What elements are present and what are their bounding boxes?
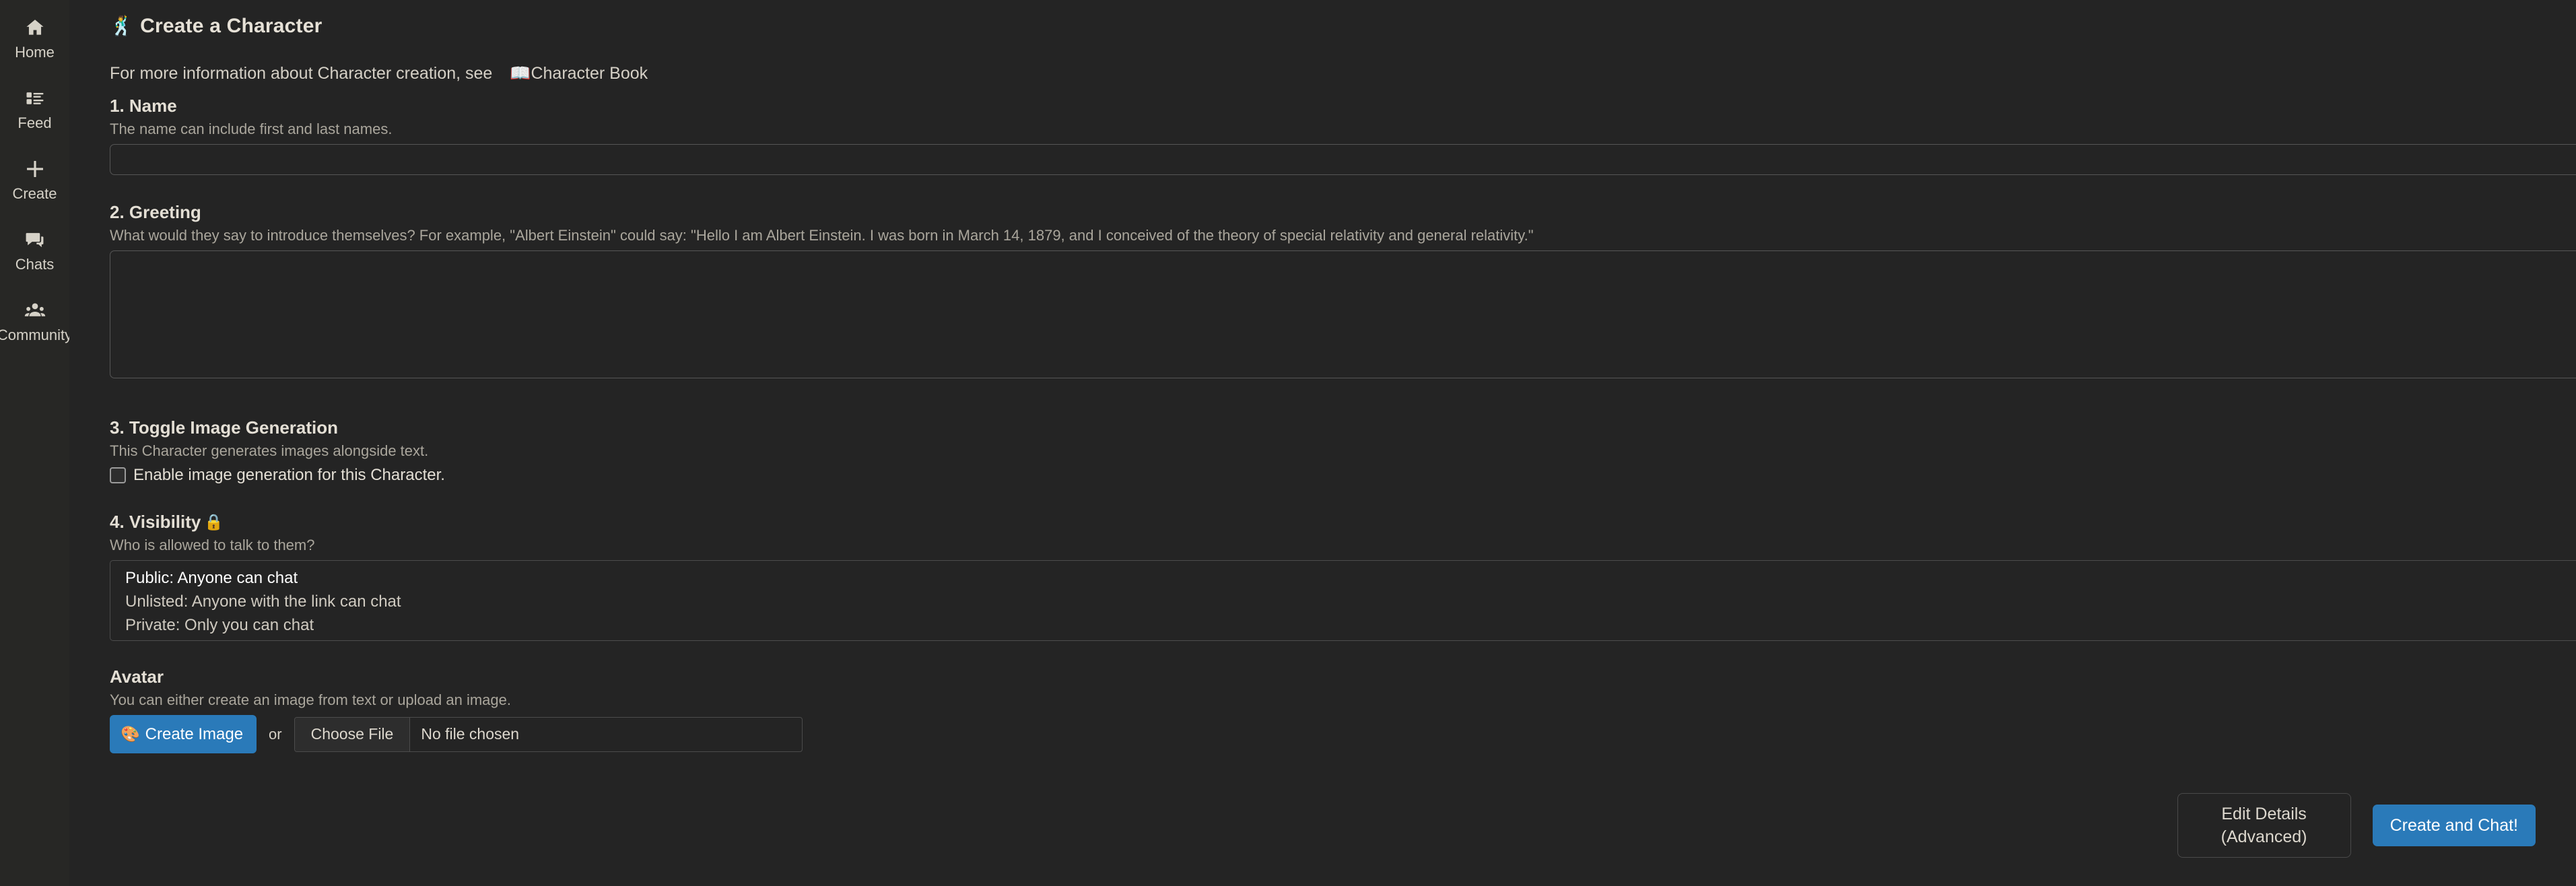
- sidebar-item-label-chats: Chats: [15, 256, 55, 273]
- create-image-button-label: Create Image: [145, 724, 244, 743]
- people-icon: [21, 296, 49, 325]
- page-title-text: Create a Character: [140, 15, 323, 37]
- sidebar-item-label-create: Create: [12, 185, 57, 202]
- dancer-icon: 🕺: [110, 15, 134, 36]
- sidebar-item-chats[interactable]: Chats: [0, 217, 69, 288]
- create-and-chat-button[interactable]: Create and Chat!: [2372, 805, 2536, 846]
- avatar-title: Avatar: [110, 667, 2576, 687]
- image-generation-title: 3. Toggle Image Generation: [110, 417, 2576, 438]
- sidebar-item-feed[interactable]: Feed: [0, 76, 69, 147]
- palette-icon: 🎨: [121, 725, 140, 743]
- enable-image-generation-checkbox[interactable]: [110, 467, 126, 483]
- visibility-title: 4. Visibility 🔒: [110, 512, 2576, 533]
- edit-details-button[interactable]: Edit Details (Advanced): [2177, 793, 2351, 858]
- image-generation-desc: This Character generates images alongsid…: [110, 442, 429, 459]
- avatar-section: Avatar You can either create an image fr…: [110, 667, 2576, 753]
- sidebar-item-label-community: Community: [0, 327, 73, 343]
- character-book-link[interactable]: Character Book: [531, 64, 648, 83]
- create-image-button[interactable]: 🎨 Create Image: [110, 715, 257, 753]
- visibility-title-text: 4. Visibility: [110, 512, 201, 532]
- sidebar-item-label-feed: Feed: [18, 114, 52, 131]
- name-section: 1. Name The name can include first and l…: [110, 96, 2576, 175]
- chat-bubble-icon: [21, 226, 49, 254]
- file-status-label: No file chosen: [421, 725, 520, 743]
- name-input[interactable]: [110, 144, 2576, 175]
- home-icon: [21, 13, 49, 42]
- greeting-section-title-text: 2. Greeting: [110, 202, 201, 222]
- open-book-icon: 📖: [510, 64, 531, 83]
- image-generation-section: 3. Toggle Image Generation This Characte…: [110, 417, 2576, 485]
- greeting-section-title: 2. Greeting: [110, 202, 2576, 223]
- avatar-title-text: Avatar: [110, 667, 164, 687]
- avatar-file-input[interactable]: Choose File No file chosen: [294, 716, 803, 752]
- info-prefix-text: For more information about Character cre…: [110, 64, 493, 83]
- edit-details-line1: Edit Details: [2221, 805, 2307, 823]
- main-content: 🕺 Create a Character For more informatio…: [69, 0, 2576, 886]
- avatar-controls-row: 🎨 Create Image or Choose File No file ch…: [110, 715, 2576, 753]
- choose-file-button[interactable]: Choose File: [294, 717, 411, 751]
- greeting-textarea[interactable]: [110, 250, 2576, 378]
- sidebar-item-community[interactable]: Community: [0, 288, 73, 359]
- page-title: 🕺 Create a Character: [110, 15, 323, 38]
- footer-actions: Edit Details (Advanced) Create and Chat!: [2177, 793, 2536, 858]
- name-section-title: 1. Name: [110, 96, 2576, 116]
- visibility-option-private[interactable]: Private: Only you can chat: [110, 613, 2576, 637]
- sidebar-item-home[interactable]: Home: [0, 5, 69, 76]
- greeting-section-desc: What would they say to introduce themsel…: [110, 227, 1534, 244]
- name-section-desc: The name can include first and last name…: [110, 121, 393, 137]
- enable-image-generation-label[interactable]: Enable image generation for this Charact…: [133, 466, 445, 485]
- visibility-option-public[interactable]: Public: Anyone can chat: [110, 566, 2576, 590]
- greeting-textarea-wrapper: [110, 250, 2576, 378]
- visibility-listbox[interactable]: Public: Anyone can chat Unlisted: Anyone…: [110, 560, 2576, 641]
- lock-icon: 🔒: [204, 513, 224, 531]
- visibility-section: 4. Visibility 🔒 Who is allowed to talk t…: [110, 512, 2576, 641]
- plus-icon: [21, 155, 49, 183]
- app-root: Home Feed Create Chats Community 🕺 Creat…: [0, 0, 2576, 886]
- avatar-desc: You can either create an image from text…: [110, 691, 511, 708]
- enable-image-generation-row[interactable]: Enable image generation for this Charact…: [110, 466, 2576, 485]
- greeting-section: 2. Greeting What would they say to intro…: [110, 202, 2576, 378]
- sidebar: Home Feed Create Chats Community: [0, 0, 73, 886]
- sidebar-item-create[interactable]: Create: [0, 147, 69, 217]
- sidebar-item-label-home: Home: [15, 44, 55, 61]
- name-section-title-text: 1. Name: [110, 96, 177, 116]
- image-generation-title-text: 3. Toggle Image Generation: [110, 417, 339, 438]
- avatar-or-label: or: [269, 725, 282, 743]
- edit-details-line2: (Advanced): [2221, 827, 2307, 846]
- feed-icon: [21, 84, 49, 112]
- visibility-option-unlisted[interactable]: Unlisted: Anyone with the link can chat: [110, 590, 2576, 613]
- character-book-info: For more information about Character cre…: [110, 64, 648, 83]
- visibility-desc: Who is allowed to talk to them?: [110, 537, 315, 553]
